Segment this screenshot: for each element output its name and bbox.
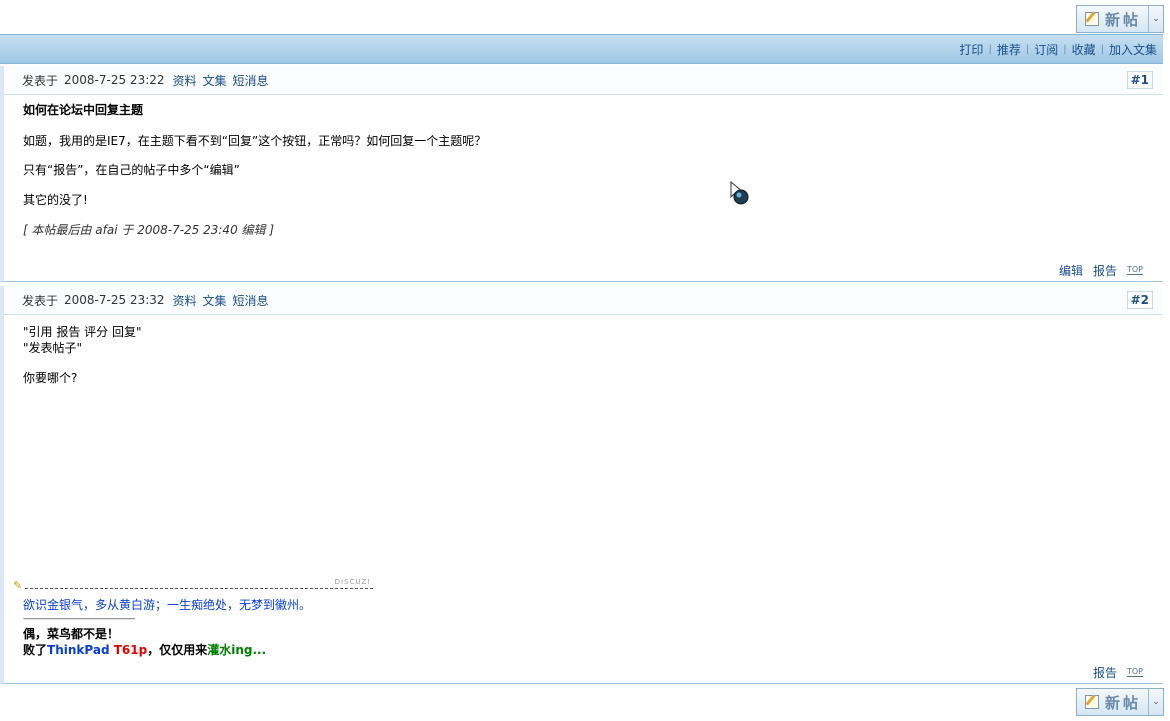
signature-text: 欲识金银气，多从黄白游；一生痴绝处，无梦到徽州。 (23, 598, 312, 612)
new-post-dropdown-arrow[interactable]: ⌄ (1148, 689, 1163, 715)
post-2: 发表于 2008-7-25 23:32 资料 文集 短消息 #2 "引用 报告 … (0, 286, 1163, 684)
back-to-top-icon[interactable]: TOP (1126, 266, 1143, 275)
separator: | (988, 43, 992, 55)
sig-model: T61p (113, 643, 148, 657)
separator: | (1063, 43, 1067, 55)
pencil-note-icon (1085, 695, 1099, 709)
post-time: 2008-7-25 23:22 (64, 73, 165, 87)
add-to-collection-link[interactable]: 加入文集 (1109, 41, 1157, 58)
separator: | (1025, 43, 1030, 55)
print-link[interactable]: 打印 (959, 41, 983, 58)
pencil-note-icon (1085, 12, 1099, 26)
report-link[interactable]: 报告 (1093, 262, 1117, 279)
recommend-link[interactable]: 推荐 (997, 41, 1021, 58)
new-post-label: 新帖 (1105, 10, 1142, 29)
pencil-icon: ✎ (13, 579, 23, 592)
edit-note: [ 本帖最后由 afai 于 2008-7-25 23:40 编辑 ] (23, 223, 275, 237)
separator: | (1100, 43, 1104, 55)
message-link[interactable]: 短消息 (233, 292, 269, 309)
sig-green-text: 灌水ing... (207, 643, 267, 657)
message-link[interactable]: 短消息 (233, 72, 269, 89)
post-line: 其它的没了! (23, 193, 88, 207)
post-line: 你要哪个? (23, 371, 78, 385)
mouse-cursor-icon (730, 181, 749, 205)
report-link[interactable]: 报告 (1093, 664, 1117, 681)
collection-link[interactable]: 文集 (203, 292, 227, 309)
post-header: 发表于 2008-7-25 23:32 资料 文集 短消息 #2 (4, 286, 1163, 315)
floor-number[interactable]: #1 (1126, 71, 1153, 89)
post-line: "发表帖子" (23, 341, 83, 355)
floor-number[interactable]: #2 (1126, 291, 1153, 309)
post-title: 如何在论坛中回复主题 (23, 103, 144, 117)
post-line: "引用 报告 评分 回复" (23, 325, 142, 339)
discuz-brand: DISCUZ! (334, 578, 371, 586)
signature-divider: ✎ DISCUZ! (13, 578, 373, 595)
post-line: 如题，我用的是IE7，在主题下看不到“回复”这个按钮，正常吗？如何回复一个主题呢… (23, 134, 487, 148)
sig-text: 败了 (23, 643, 48, 657)
new-post-button[interactable]: 新帖 ⌄ (1076, 688, 1164, 716)
post-content: 如何在论坛中回复主题 如题，我用的是IE7，在主题下看不到“回复”这个按钮，正常… (4, 95, 1163, 238)
back-to-top-icon[interactable]: TOP (1126, 668, 1143, 677)
post-time: 2008-7-25 23:32 (64, 293, 165, 307)
new-post-dropdown-arrow[interactable]: ⌄ (1148, 6, 1163, 32)
subscribe-link[interactable]: 订阅 (1034, 41, 1058, 58)
profile-link[interactable]: 资料 (173, 292, 197, 309)
post-1: 发表于 2008-7-25 23:22 资料 文集 短消息 #1 如何在论坛中回… (0, 66, 1163, 282)
posted-label: 发表于 (22, 293, 59, 308)
post-actions: 编辑 报告 TOP (1049, 262, 1143, 279)
collection-link[interactable]: 文集 (203, 72, 227, 89)
signature-bold-line-2: 败了ThinkPad T61p，仅仅用来灌水ing... (23, 643, 266, 658)
signature-dashes: ----------------------------------------… (23, 614, 135, 623)
post-content: "引用 报告 评分 回复" "发表帖子" 你要哪个? ✎ DISCUZ! 欲识金… (4, 315, 1163, 657)
sig-brand-thinkpad: ThinkPad (47, 643, 110, 657)
post-actions: 报告 TOP (1083, 664, 1143, 681)
post-line: 只有“报告”，在自己的帖子中多个“编辑” (23, 163, 240, 177)
posted-label: 发表于 (22, 73, 59, 88)
new-post-button[interactable]: 新帖 ⌄ (1076, 5, 1164, 33)
post-header: 发表于 2008-7-25 23:22 资料 文集 短消息 #1 (4, 66, 1163, 95)
signature-bold-line: 偶，菜鸟都不是！ (23, 627, 120, 641)
favorite-link[interactable]: 收藏 (1072, 41, 1096, 58)
edit-link[interactable]: 编辑 (1059, 262, 1083, 279)
new-post-label: 新帖 (1105, 693, 1142, 712)
thread-toolbar: 打印 | 推荐 | 订阅 | 收藏 | 加入文集 (0, 34, 1163, 64)
sig-text: ，仅仅用来 (147, 643, 208, 657)
profile-link[interactable]: 资料 (173, 72, 197, 89)
